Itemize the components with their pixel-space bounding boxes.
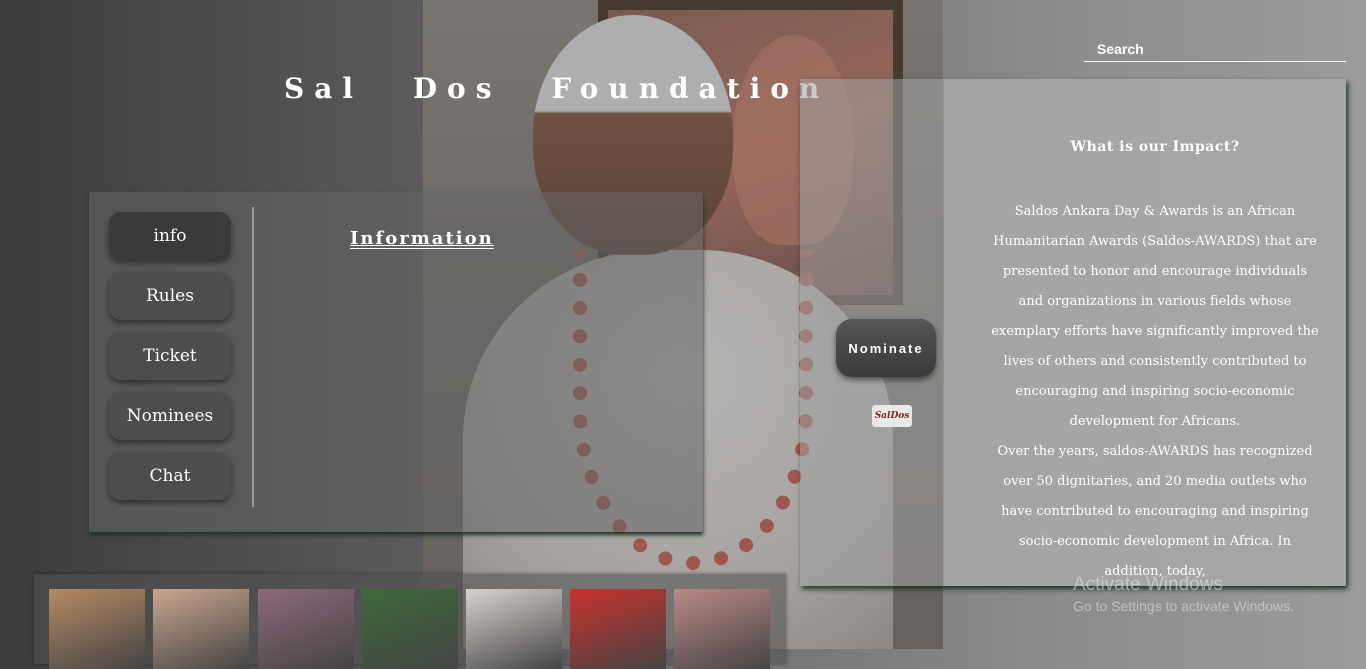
photo-gallery bbox=[34, 574, 786, 669]
page-title: Sal Dos Foundation bbox=[284, 72, 830, 105]
gallery-thumb[interactable] bbox=[674, 589, 770, 669]
gallery-thumb[interactable] bbox=[258, 589, 354, 669]
main-panel: info Rules Ticket Nominees Chat Informat… bbox=[89, 192, 703, 532]
saldos-logo: SalDos bbox=[872, 405, 912, 427]
content-heading: Information bbox=[350, 228, 494, 249]
menu-item-ticket[interactable]: Ticket bbox=[109, 332, 231, 380]
search-input[interactable] bbox=[1084, 36, 1346, 62]
gallery-thumb[interactable] bbox=[49, 589, 145, 669]
watermark-line-2: Go to Settings to activate Windows. bbox=[1073, 598, 1294, 614]
impact-paragraph-2: Over the years, saldos-AWARDS has recogn… bbox=[997, 444, 1313, 579]
impact-paragraph-1: Saldos Ankara Day & Awards is an African… bbox=[991, 204, 1319, 429]
gallery-thumb[interactable] bbox=[153, 589, 249, 669]
gallery-thumb[interactable] bbox=[362, 589, 458, 669]
menu-item-nominees[interactable]: Nominees bbox=[109, 392, 231, 440]
impact-text: Saldos Ankara Day & Awards is an African… bbox=[990, 197, 1320, 586]
gallery-thumb[interactable] bbox=[466, 589, 562, 669]
nominate-button[interactable]: Nominate bbox=[836, 319, 936, 377]
menu-item-info[interactable]: info bbox=[109, 212, 231, 260]
impact-heading: What is our Impact? bbox=[1070, 139, 1240, 155]
watermark-line-1: Activate Windows bbox=[1073, 574, 1223, 595]
menu-item-chat[interactable]: Chat bbox=[109, 452, 231, 500]
activate-windows-watermark: Activate Windows Go to Settings to activ… bbox=[1073, 574, 1294, 614]
side-menu: info Rules Ticket Nominees Chat bbox=[109, 212, 231, 512]
menu-item-rules[interactable]: Rules bbox=[109, 272, 231, 320]
gallery-thumb[interactable] bbox=[570, 589, 666, 669]
menu-divider bbox=[252, 207, 254, 507]
